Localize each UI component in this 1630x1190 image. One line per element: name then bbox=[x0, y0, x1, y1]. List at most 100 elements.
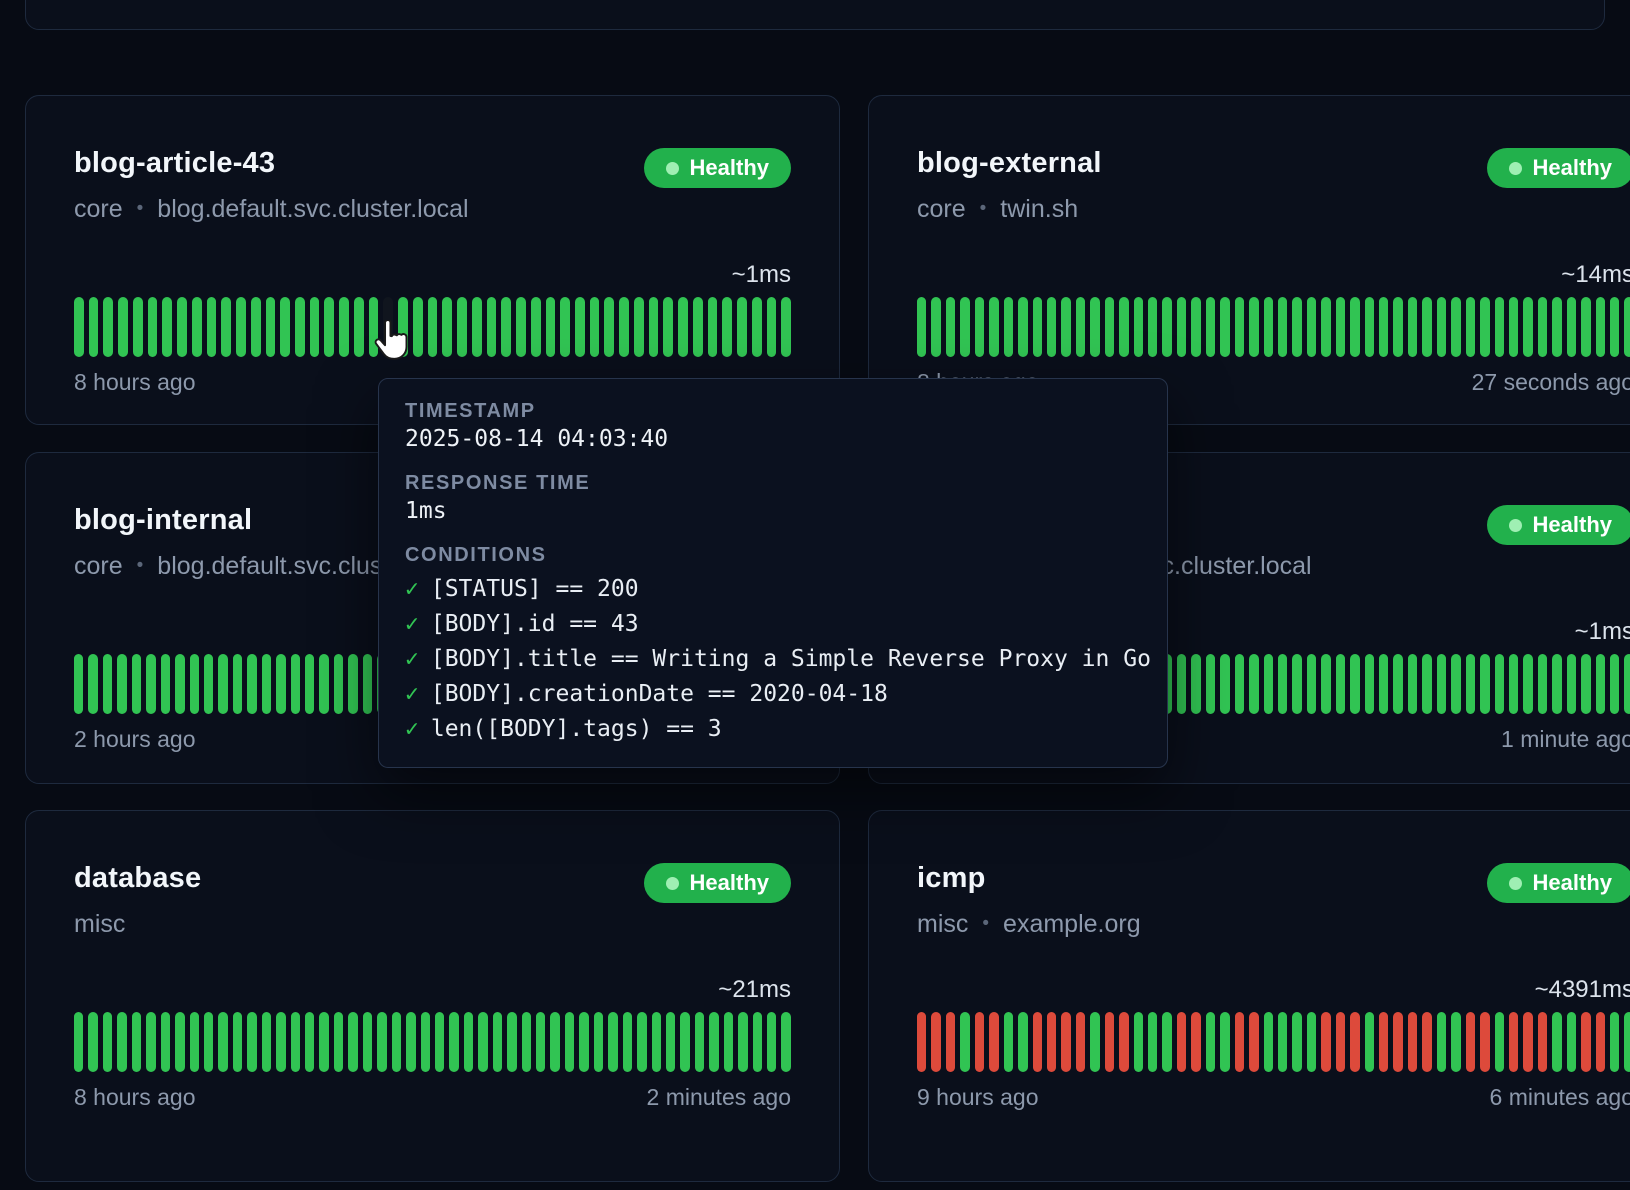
uptime-bar[interactable] bbox=[1047, 297, 1056, 357]
uptime-bar[interactable] bbox=[334, 654, 343, 714]
uptime-bar[interactable] bbox=[960, 297, 969, 357]
uptime-bar[interactable] bbox=[1523, 654, 1532, 714]
uptime-bar-chart[interactable] bbox=[917, 297, 1630, 357]
uptime-bar[interactable] bbox=[1480, 1012, 1489, 1072]
uptime-bar[interactable] bbox=[531, 297, 541, 357]
uptime-bar[interactable] bbox=[1552, 654, 1561, 714]
uptime-bar[interactable] bbox=[1264, 297, 1273, 357]
uptime-bar[interactable] bbox=[406, 1012, 415, 1072]
uptime-bar[interactable] bbox=[1596, 297, 1605, 357]
uptime-bar[interactable] bbox=[1624, 1012, 1630, 1072]
uptime-bar[interactable] bbox=[291, 654, 300, 714]
uptime-bar[interactable] bbox=[1220, 654, 1229, 714]
uptime-bar[interactable] bbox=[1119, 297, 1128, 357]
uptime-bar[interactable] bbox=[946, 297, 955, 357]
uptime-bar[interactable] bbox=[1090, 297, 1099, 357]
uptime-bar[interactable] bbox=[247, 654, 256, 714]
uptime-bar[interactable] bbox=[1321, 654, 1330, 714]
uptime-bar[interactable] bbox=[1191, 297, 1200, 357]
uptime-bar[interactable] bbox=[753, 1012, 762, 1072]
uptime-bar[interactable] bbox=[1307, 1012, 1316, 1072]
uptime-bar[interactable] bbox=[207, 297, 217, 357]
uptime-bar[interactable] bbox=[1018, 297, 1027, 357]
uptime-bar[interactable] bbox=[1393, 1012, 1402, 1072]
uptime-bar[interactable] bbox=[1061, 1012, 1070, 1072]
uptime-bar[interactable] bbox=[413, 297, 423, 357]
uptime-bar[interactable] bbox=[1610, 654, 1619, 714]
service-card-icmp[interactable]: icmp misc • example.org Healthy ~4391ms … bbox=[868, 810, 1630, 1182]
uptime-bar[interactable] bbox=[310, 297, 320, 357]
uptime-bar[interactable] bbox=[1350, 297, 1359, 357]
uptime-bar[interactable] bbox=[652, 1012, 661, 1072]
uptime-bar[interactable] bbox=[421, 1012, 430, 1072]
uptime-bar[interactable] bbox=[1264, 1012, 1273, 1072]
uptime-bar[interactable] bbox=[175, 654, 184, 714]
uptime-bar[interactable] bbox=[334, 1012, 343, 1072]
uptime-bar[interactable] bbox=[1451, 1012, 1460, 1072]
uptime-bar[interactable] bbox=[619, 297, 629, 357]
uptime-bar[interactable] bbox=[1162, 297, 1171, 357]
uptime-bar[interactable] bbox=[233, 654, 242, 714]
uptime-bar[interactable] bbox=[1220, 297, 1229, 357]
uptime-bar[interactable] bbox=[1596, 1012, 1605, 1072]
uptime-bar[interactable] bbox=[1379, 297, 1388, 357]
uptime-bar[interactable] bbox=[1278, 654, 1287, 714]
uptime-bar[interactable] bbox=[1206, 1012, 1215, 1072]
uptime-bar[interactable] bbox=[276, 1012, 285, 1072]
uptime-bar[interactable] bbox=[218, 1012, 227, 1072]
uptime-bar[interactable] bbox=[1408, 1012, 1417, 1072]
uptime-bar[interactable] bbox=[1004, 1012, 1013, 1072]
uptime-bar[interactable] bbox=[1538, 1012, 1547, 1072]
uptime-bar[interactable] bbox=[737, 297, 747, 357]
uptime-bar[interactable] bbox=[560, 297, 570, 357]
uptime-bar[interactable] bbox=[295, 297, 305, 357]
uptime-bar[interactable] bbox=[649, 297, 659, 357]
uptime-bar[interactable] bbox=[1567, 654, 1576, 714]
uptime-bar[interactable] bbox=[516, 297, 526, 357]
uptime-bar[interactable] bbox=[1004, 297, 1013, 357]
uptime-bar[interactable] bbox=[88, 1012, 97, 1072]
uptime-bar[interactable] bbox=[1437, 297, 1446, 357]
uptime-bar[interactable] bbox=[435, 1012, 444, 1072]
uptime-bar[interactable] bbox=[1495, 297, 1504, 357]
uptime-bar[interactable] bbox=[1134, 1012, 1143, 1072]
uptime-bar[interactable] bbox=[161, 1012, 170, 1072]
uptime-bar[interactable] bbox=[190, 1012, 199, 1072]
uptime-bar[interactable] bbox=[917, 1012, 926, 1072]
uptime-bar[interactable] bbox=[1437, 654, 1446, 714]
uptime-bar[interactable] bbox=[1538, 654, 1547, 714]
uptime-bar[interactable] bbox=[1581, 1012, 1590, 1072]
uptime-bar[interactable] bbox=[1105, 1012, 1114, 1072]
uptime-bar[interactable] bbox=[1552, 297, 1561, 357]
uptime-bar[interactable] bbox=[1191, 654, 1200, 714]
uptime-bar[interactable] bbox=[1076, 1012, 1085, 1072]
uptime-bar[interactable] bbox=[1451, 297, 1460, 357]
uptime-bar[interactable] bbox=[392, 1012, 401, 1072]
uptime-bar[interactable] bbox=[1235, 654, 1244, 714]
uptime-bar[interactable] bbox=[1249, 297, 1258, 357]
uptime-bar[interactable] bbox=[339, 297, 349, 357]
uptime-bar[interactable] bbox=[148, 297, 158, 357]
uptime-bar[interactable] bbox=[1134, 297, 1143, 357]
uptime-bar[interactable] bbox=[960, 1012, 969, 1072]
uptime-bar[interactable] bbox=[348, 1012, 357, 1072]
uptime-bar[interactable] bbox=[348, 654, 357, 714]
uptime-bar[interactable] bbox=[1033, 1012, 1042, 1072]
uptime-bar[interactable] bbox=[1061, 297, 1070, 357]
uptime-bar[interactable] bbox=[354, 297, 364, 357]
uptime-bar[interactable] bbox=[1393, 297, 1402, 357]
uptime-bar[interactable] bbox=[1466, 654, 1475, 714]
uptime-bar[interactable] bbox=[594, 1012, 603, 1072]
uptime-bar[interactable] bbox=[1047, 1012, 1056, 1072]
uptime-bar[interactable] bbox=[236, 297, 246, 357]
uptime-bar[interactable] bbox=[1292, 297, 1301, 357]
uptime-bar[interactable] bbox=[262, 1012, 271, 1072]
uptime-bar[interactable] bbox=[1393, 654, 1402, 714]
service-card-blog-external[interactable]: blog-external core • twin.sh Healthy ~14… bbox=[868, 95, 1630, 425]
uptime-bar[interactable] bbox=[319, 1012, 328, 1072]
uptime-bar[interactable] bbox=[1379, 1012, 1388, 1072]
uptime-bar[interactable] bbox=[1624, 654, 1630, 714]
uptime-bar[interactable] bbox=[1509, 654, 1518, 714]
uptime-bar[interactable] bbox=[1148, 1012, 1157, 1072]
uptime-bar[interactable] bbox=[975, 297, 984, 357]
